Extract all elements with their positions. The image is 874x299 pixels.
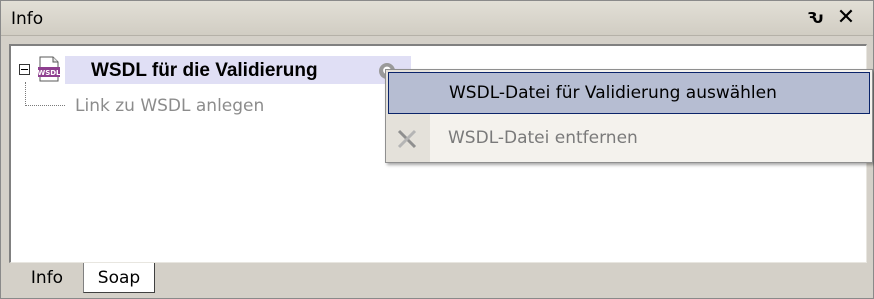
menu-item-label: WSDL-Datei für Validierung auswählen bbox=[449, 83, 777, 103]
tab-info[interactable]: Info bbox=[15, 263, 79, 293]
context-menu: WSDL-Datei für Validierung auswählen WSD… bbox=[385, 69, 873, 163]
panel-title: Info bbox=[11, 9, 44, 29]
collapse-toggle-icon[interactable] bbox=[19, 64, 30, 75]
tab-bar: Info Soap bbox=[1, 263, 873, 299]
svg-text:WSDL: WSDL bbox=[37, 69, 61, 77]
info-panel: Info Ԅ ✕ WSDL WSDL für die Validierung ●… bbox=[0, 0, 874, 299]
tree-connector-line bbox=[25, 82, 65, 106]
wsdl-file-icon: WSDL bbox=[37, 56, 61, 82]
tab-soap[interactable]: Soap bbox=[83, 263, 155, 293]
menu-item-select-wsdl[interactable]: WSDL-Datei für Validierung auswählen bbox=[388, 72, 870, 114]
pin-icon[interactable]: Ԅ bbox=[807, 9, 824, 27]
menu-item-label: WSDL-Datei entfernen bbox=[448, 128, 638, 148]
tree-node-create-link[interactable]: Link zu WSDL anlegen bbox=[75, 96, 264, 116]
panel-titlebar: Info Ԅ ✕ bbox=[1, 1, 873, 36]
close-icon[interactable]: ✕ bbox=[835, 6, 857, 30]
menu-item-remove-wsdl[interactable]: WSDL-Datei entfernen bbox=[388, 118, 870, 160]
delete-x-icon bbox=[397, 129, 417, 149]
tree-node-label: WSDL für die Validierung bbox=[91, 60, 318, 81]
